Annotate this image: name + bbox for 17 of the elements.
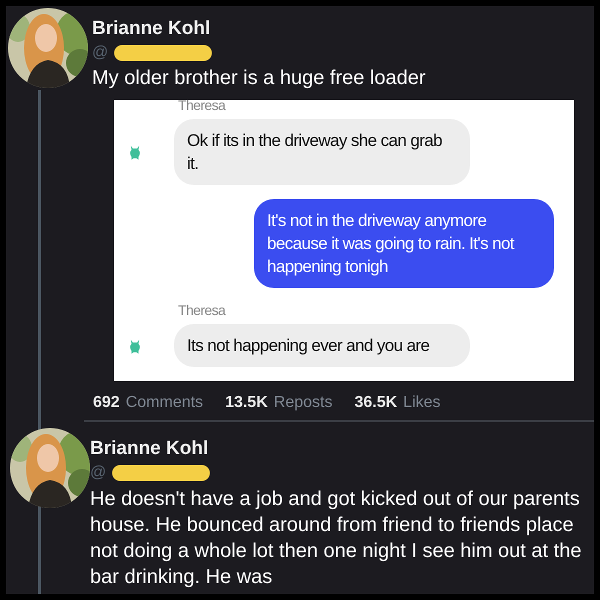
message-bubble: Ok if its in the driveway she can grab it. [174, 119, 470, 185]
sender-name: Theresa [178, 302, 227, 318]
stat-count: 13.5K [225, 394, 268, 412]
user-handle[interactable]: @ [90, 464, 106, 482]
message-bubble: Its not happening ever and you are [174, 324, 470, 367]
stat-label[interactable]: Likes [403, 394, 441, 412]
author-name[interactable]: Brianne Kohl [92, 18, 594, 40]
stat-count: 36.5K [354, 394, 398, 412]
stat-label[interactable]: Reposts [274, 394, 332, 412]
post-text: He doesn't have a job and got kicked out of our parents house. He bounced around from friend to friends place not doing a whole lot then one night I see him out at the bar drinking. He was [90, 487, 582, 590]
message-bubble: It's not in the driveway anymore because it was going to rain. It's not happening tonigh [254, 199, 554, 288]
stat-count: 692 [93, 394, 120, 412]
author-name[interactable]: Brianne Kohl [90, 438, 594, 460]
post-text: My older brother is a huge free loader [92, 66, 427, 90]
user-handle[interactable]: @ [92, 44, 108, 62]
stat-label[interactable]: Comments [126, 394, 204, 412]
sender-name: Theresa [178, 100, 227, 113]
